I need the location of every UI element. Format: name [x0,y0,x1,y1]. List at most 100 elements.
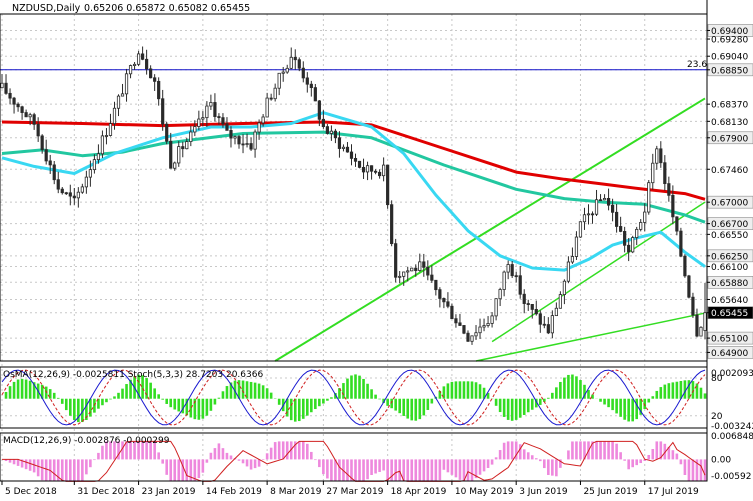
candle-body [446,301,450,307]
macd-bar [454,459,458,478]
candle-body [56,179,60,190]
osma-bar [406,398,410,419]
osma-bar [522,398,526,415]
osma-bar [293,398,297,422]
osma-bar [378,398,381,400]
osma-bar [306,398,309,416]
macd-bar [466,459,470,482]
osma-bar [671,382,675,399]
candle-body [554,307,558,317]
candle-body [169,140,173,169]
candle-body [610,204,615,213]
macd-bar [647,454,651,460]
macd-bar [157,452,160,460]
osma-bar [20,378,24,399]
macd-axis-label-0: 0.006848 [711,432,753,442]
osma-bar [691,381,695,399]
date-label-1: 31 Dec 2018 [77,487,135,497]
macd-bar [679,459,683,465]
osma-bar [277,398,281,405]
macd-bar [490,459,494,465]
macd-bar [330,459,333,482]
candle-body [357,160,362,168]
candle-body [566,261,571,282]
candle-body [88,169,92,178]
macd-bar [390,459,393,482]
osma-bar [261,385,265,399]
macd-bar [422,459,426,482]
candle-body [157,80,161,100]
osma-bar [28,380,32,399]
macd-bar [538,459,542,462]
osma-bar [627,398,630,422]
candle-body [197,118,201,127]
osma-bar [149,382,152,399]
symbol-label: NZDUSD,Daily [12,3,81,14]
macd-bar [209,452,213,460]
osma-bar [12,381,16,399]
macd-bar [326,459,329,479]
osma-bar [530,398,534,410]
candle-body [703,312,707,331]
osma-bar [366,383,369,399]
candle-body [651,162,655,184]
candle-body [679,230,683,257]
macd-bar [197,459,201,479]
macd-bar [534,458,538,460]
macd-bar [77,459,80,482]
price-label-3: 0.68850 [711,66,748,76]
candle-body [141,53,145,60]
candle-body [390,204,394,245]
candle-body [201,117,205,120]
candle-body [675,216,679,232]
osma-bar [73,398,76,420]
osma-bar [362,378,365,399]
macd-bar [93,459,96,461]
candle-body [514,275,518,278]
macd-bar [543,459,546,469]
candle-body [72,195,76,199]
macd-bar [675,453,679,460]
osma-bar [56,397,60,399]
candle-body [386,164,390,206]
candle-body [100,135,105,155]
candle-body [578,221,583,238]
nzdusd-chart[interactable]: 23.6 0.694000.692800.690400.688500.68370… [0,0,753,501]
price-label-1: 0.69280 [711,36,748,46]
macd-bar [410,459,414,482]
macd-bar [530,455,534,460]
osma-bar [547,397,550,399]
osma-bar [225,386,229,399]
candle-body [149,68,153,79]
osma-bar [342,383,345,399]
candle-body [213,102,217,117]
candle-body [454,318,458,324]
candle-body [253,131,257,150]
candle-body [173,162,177,169]
macd-axis-label-2: -0.00592 [711,472,751,482]
candle-body [341,146,346,149]
candle-body [434,279,438,291]
osma-bar [8,386,12,399]
candle-body [418,261,422,271]
macd-bar [603,441,606,460]
macd-bar [703,459,707,482]
macd-bar [346,459,349,482]
macd-bar [358,459,361,482]
candle-body [205,105,209,119]
osma-bar [494,398,498,406]
macd-bar [338,459,341,482]
osma-bar [663,384,667,399]
macd-bar [394,459,397,482]
candle-body [502,271,506,290]
candle-body [249,143,253,150]
osma-bar [635,398,639,420]
osma-bar [454,381,458,399]
macd-bar [623,459,626,461]
macd-bar [414,459,418,482]
macd-bar [314,459,317,461]
candle-body [136,53,141,65]
macd-bar [85,459,88,475]
osma-bar [121,388,124,399]
macd-bar [615,443,618,460]
